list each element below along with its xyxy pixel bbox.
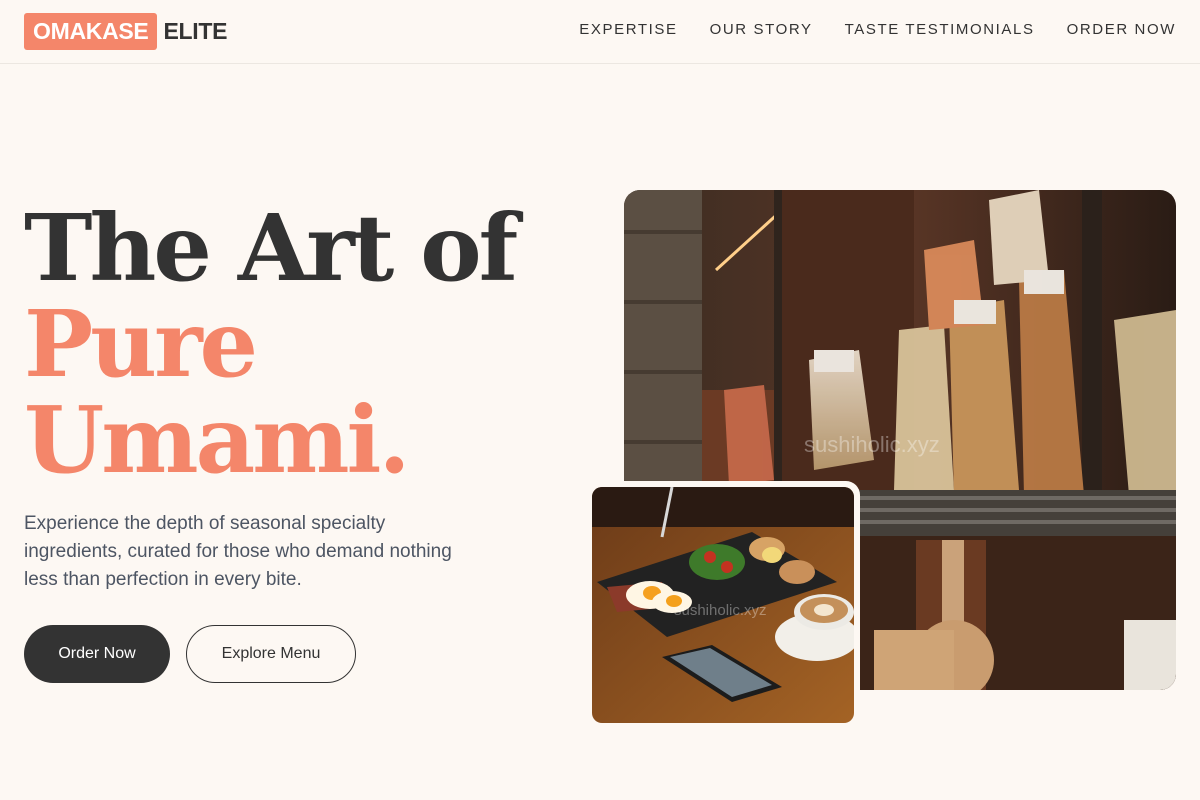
site-header: OMAKASE ELITE EXPERTISE OUR STORY TASTE …: [0, 0, 1200, 64]
hero-title-line-2: Pure: [24, 290, 258, 398]
breakfast-photo: sushiholic.xyz: [592, 487, 854, 723]
logo-wordmark: ELITE: [163, 18, 228, 44]
nav-link-our-story[interactable]: OUR STORY: [710, 21, 813, 38]
breakfast-photo-frame: sushiholic.xyz: [586, 481, 860, 729]
nav-link-taste-testimonials[interactable]: TASTE TESTIMONIALS: [845, 21, 1035, 38]
nav-link-order-now[interactable]: ORDER NOW: [1067, 21, 1176, 38]
hero-title-line-1: The Art of: [24, 194, 518, 302]
main-nav: EXPERTISE OUR STORY TASTE TESTIMONIALS O…: [579, 21, 1176, 38]
logo-badge: OMAKASE: [24, 13, 158, 50]
explore-menu-button[interactable]: Explore Menu: [186, 625, 356, 683]
order-now-button[interactable]: Order Now: [24, 625, 170, 683]
main-photo-watermark: sushiholic.xyz: [804, 432, 940, 457]
brand-logo[interactable]: OMAKASE ELITE: [24, 13, 227, 50]
hero-subtitle: Experience the depth of seasonal special…: [24, 513, 452, 590]
hero-title-line-3: Umami.: [24, 386, 411, 494]
nav-link-expertise[interactable]: EXPERTISE: [579, 21, 677, 38]
small-photo-watermark: sushiholic.xyz: [674, 602, 767, 619]
hero-title: The Art of Pure Umami.: [24, 194, 518, 494]
